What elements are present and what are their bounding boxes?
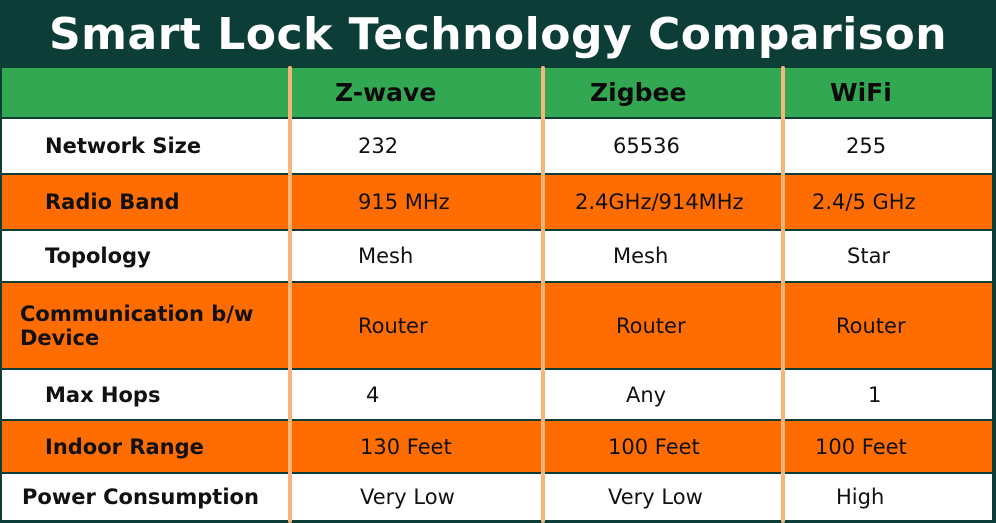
cell-zigbee: Any	[626, 382, 667, 407]
cell-zwave: 915 MHz	[358, 190, 450, 214]
cell-zigbee: Very Low	[608, 485, 703, 509]
table-row: Radio Band 915 MHz 2.4GHz/914MHz 2.4/5 G…	[2, 175, 992, 229]
row-label: Communication b/w Device	[20, 283, 253, 368]
column-divider	[781, 66, 785, 523]
table-row: Power Consumption Very Low Very Low High	[2, 474, 992, 520]
cell-wifi: 100 Feet	[815, 434, 907, 459]
cell-zwave: 4	[366, 382, 380, 407]
cell-zwave: Very Low	[360, 485, 455, 509]
cell-zwave: Router	[358, 313, 428, 338]
cell-zwave: 130 Feet	[360, 434, 452, 459]
cell-wifi: High	[836, 485, 885, 509]
cell-wifi: 255	[846, 134, 887, 158]
cell-wifi: Router	[836, 313, 906, 338]
table-header-row: Z-wave Zigbee WiFi	[2, 68, 992, 117]
column-divider	[288, 66, 292, 523]
column-divider	[541, 66, 545, 523]
page-title: Smart Lock Technology Comparison	[48, 8, 948, 60]
column-header-zigbee: Zigbee	[590, 78, 687, 107]
cell-wifi: 2.4/5 GHz	[812, 190, 916, 214]
cell-zigbee: Mesh	[613, 244, 669, 268]
column-header-wifi: WiFi	[830, 78, 892, 107]
row-label: Topology	[45, 244, 151, 268]
cell-zigbee: 2.4GHz/914MHz	[575, 190, 744, 214]
cell-wifi: 1	[868, 382, 882, 407]
cell-zigbee: 100 Feet	[608, 434, 700, 459]
row-label: Radio Band	[45, 190, 180, 214]
table-row: Network Size 232 65536 255	[2, 119, 992, 173]
row-label-line: Communication b/w	[20, 301, 254, 326]
cell-wifi: Star	[847, 244, 891, 268]
row-label: Network Size	[45, 134, 202, 158]
cell-zigbee: Router	[616, 313, 686, 338]
table-row: Topology Mesh Mesh Star	[2, 231, 992, 281]
row-label: Power Consumption	[22, 485, 259, 509]
table-row: Indoor Range 130 Feet 100 Feet 100 Feet	[2, 421, 992, 472]
table-row: Communication b/w Device Router Router R…	[2, 283, 992, 368]
cell-zigbee: 65536	[613, 134, 680, 158]
column-header-zwave: Z-wave	[335, 78, 437, 107]
comparison-table: Z-wave Zigbee WiFi Network Size 232 6553…	[2, 68, 992, 521]
table-row: Max Hops 4 Any 1	[2, 370, 992, 419]
row-label: Max Hops	[45, 382, 161, 407]
row-label-line: Device	[20, 325, 100, 350]
cell-zwave: Mesh	[358, 244, 414, 268]
cell-zwave: 232	[358, 134, 399, 158]
row-label: Indoor Range	[45, 434, 204, 459]
